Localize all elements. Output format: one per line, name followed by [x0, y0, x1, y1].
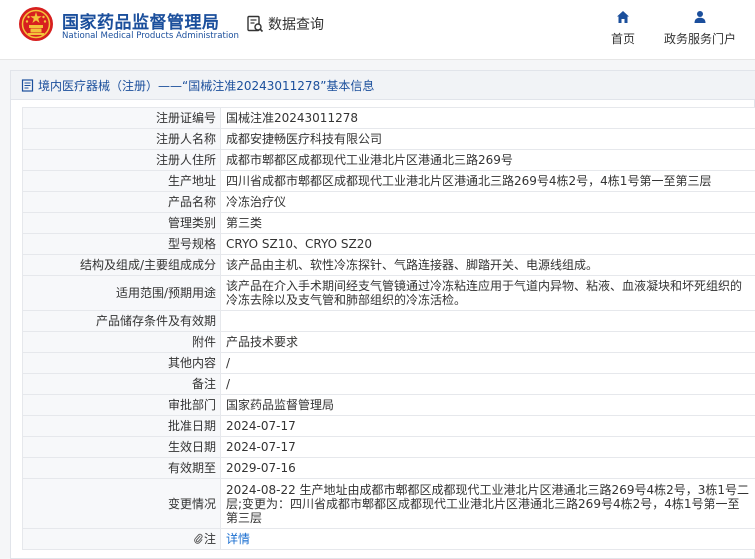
table-row: 批准日期 2024-07-17 [22, 415, 755, 437]
row-value: 2029-07-16 [220, 457, 755, 479]
table-row: 产品储存条件及有效期 [22, 310, 755, 332]
nav-service-portal[interactable]: 政务服务门户 [660, 10, 740, 47]
row-label: 注册人名称 [22, 128, 221, 150]
row-label: 产品名称 [22, 191, 221, 213]
row-label: 管理类别 [22, 212, 221, 234]
device-info-table: 注册证编号 国械注准20243011278 注册人名称 成都安捷畅医疗科技有限公… [22, 107, 755, 550]
table-row: 附件 产品技术要求 [22, 331, 755, 353]
row-label: 适用范围/预期用途 [22, 275, 221, 311]
table-row: 审批部门 国家药品监督管理局 [22, 394, 755, 416]
row-value: 国械注准20243011278 [220, 107, 755, 129]
row-value: 第三类 [220, 212, 755, 234]
table-row: 有效期至 2029-07-16 [22, 457, 755, 479]
row-value: 2024-07-17 [220, 415, 755, 437]
row-value: 冷冻治疗仪 [220, 191, 755, 213]
user-icon [694, 11, 706, 23]
row-value: 该产品由主机、软性冷冻探针、气路连接器、脚踏开关、电源线组成。 [220, 254, 755, 276]
table-row: 结构及组成/主要组成成分 该产品由主机、软性冷冻探针、气路连接器、脚踏开关、电源… [22, 254, 755, 276]
row-value: 成都市郫都区成都现代工业港北片区港通北三路269号 [220, 149, 755, 171]
row-value: / [220, 373, 755, 395]
nav-service-portal-label: 政务服务门户 [663, 32, 736, 46]
row-label: 附件 [22, 331, 221, 353]
detail-panel: 境内医疗器械（注册）——“国械注准20243011278”基本信息 注册证编号 … [10, 70, 755, 559]
nav-home-label: 首页 [610, 32, 635, 46]
table-row: 产品名称 冷冻治疗仪 [22, 191, 755, 213]
panel-header: 境内医疗器械（注册）——“国械注准20243011278”基本信息 [11, 71, 755, 100]
table-row: 变更情况 2024-08-22 生产地址由成都市郫都区成都现代工业港北片区港通北… [22, 478, 755, 529]
row-label: 有效期至 [22, 457, 221, 479]
home-icon [617, 11, 629, 23]
row-value [220, 310, 755, 332]
panel-title: 境内医疗器械（注册）——“国械注准20243011278”基本信息 [38, 78, 375, 93]
row-value: 2024-07-17 [220, 436, 755, 458]
row-value: CRYO SZ10、CRYO SZ20 [220, 233, 755, 255]
row-label: 结构及组成/主要组成成分 [22, 254, 221, 276]
row-value: 国家药品监督管理局 [220, 394, 755, 416]
search-document-icon [247, 15, 264, 33]
site-header: 国家药品监督管理局 National Medical Products Admi… [0, 0, 755, 60]
table-row: 型号规格 CRYO SZ10、CRYO SZ20 [22, 233, 755, 255]
row-label: 注 [203, 532, 216, 546]
national-emblem-icon[interactable] [18, 6, 54, 42]
row-value: / [220, 352, 755, 374]
table-row: 其他内容 / [22, 352, 755, 374]
document-icon [21, 78, 34, 92]
row-label: 审批部门 [22, 394, 221, 416]
row-label: 生效日期 [22, 436, 221, 458]
row-label: 生产地址 [22, 170, 221, 192]
table-row: 注册证编号 国械注准20243011278 [22, 107, 755, 129]
data-query-label: 数据查询 [268, 17, 324, 33]
brand-name-en[interactable]: National Medical Products Administration [62, 31, 239, 41]
row-value: 2024-08-22 生产地址由成都市郫都区成都现代工业港北片区港通北三路269… [220, 478, 755, 529]
paperclip-icon [194, 533, 203, 544]
row-label: 备注 [22, 373, 221, 395]
nav-home[interactable]: 首页 [608, 10, 638, 47]
row-label-note: 注 [22, 528, 221, 550]
table-row: 生产地址 四川省成都市郫都区成都现代工业港北片区港通北三路269号4栋2号，4栋… [22, 170, 755, 192]
row-label: 变更情况 [22, 478, 221, 529]
row-value: 成都安捷畅医疗科技有限公司 [220, 128, 755, 150]
row-value: 该产品在介入手术期间经支气管镜通过冷冻粘连应用于气道内异物、粘液、血液凝块和坏死… [220, 275, 755, 311]
brand-name-cn[interactable]: 国家药品监督管理局 [62, 8, 220, 33]
row-label: 型号规格 [22, 233, 221, 255]
table-row: 管理类别 第三类 [22, 212, 755, 234]
row-label: 其他内容 [22, 352, 221, 374]
table-row: 注册人住所 成都市郫都区成都现代工业港北片区港通北三路269号 [22, 149, 755, 171]
data-query-link[interactable]: 数据查询 [246, 14, 324, 34]
row-value: 四川省成都市郫都区成都现代工业港北片区港通北三路269号4栋2号，4栋1号第一至… [220, 170, 755, 192]
table-row: 注 详情 [22, 528, 755, 550]
row-value: 产品技术要求 [220, 331, 755, 353]
table-row: 备注 / [22, 373, 755, 395]
table-row: 注册人名称 成都安捷畅医疗科技有限公司 [22, 128, 755, 150]
row-label: 批准日期 [22, 415, 221, 437]
table-row: 适用范围/预期用途 该产品在介入手术期间经支气管镜通过冷冻粘连应用于气道内异物、… [22, 275, 755, 311]
row-label: 产品储存条件及有效期 [22, 310, 221, 332]
details-link[interactable]: 详情 [226, 532, 250, 546]
row-label: 注册证编号 [22, 107, 221, 129]
table-row: 生效日期 2024-07-17 [22, 436, 755, 458]
row-label: 注册人住所 [22, 149, 221, 171]
row-value: 详情 [220, 528, 755, 550]
